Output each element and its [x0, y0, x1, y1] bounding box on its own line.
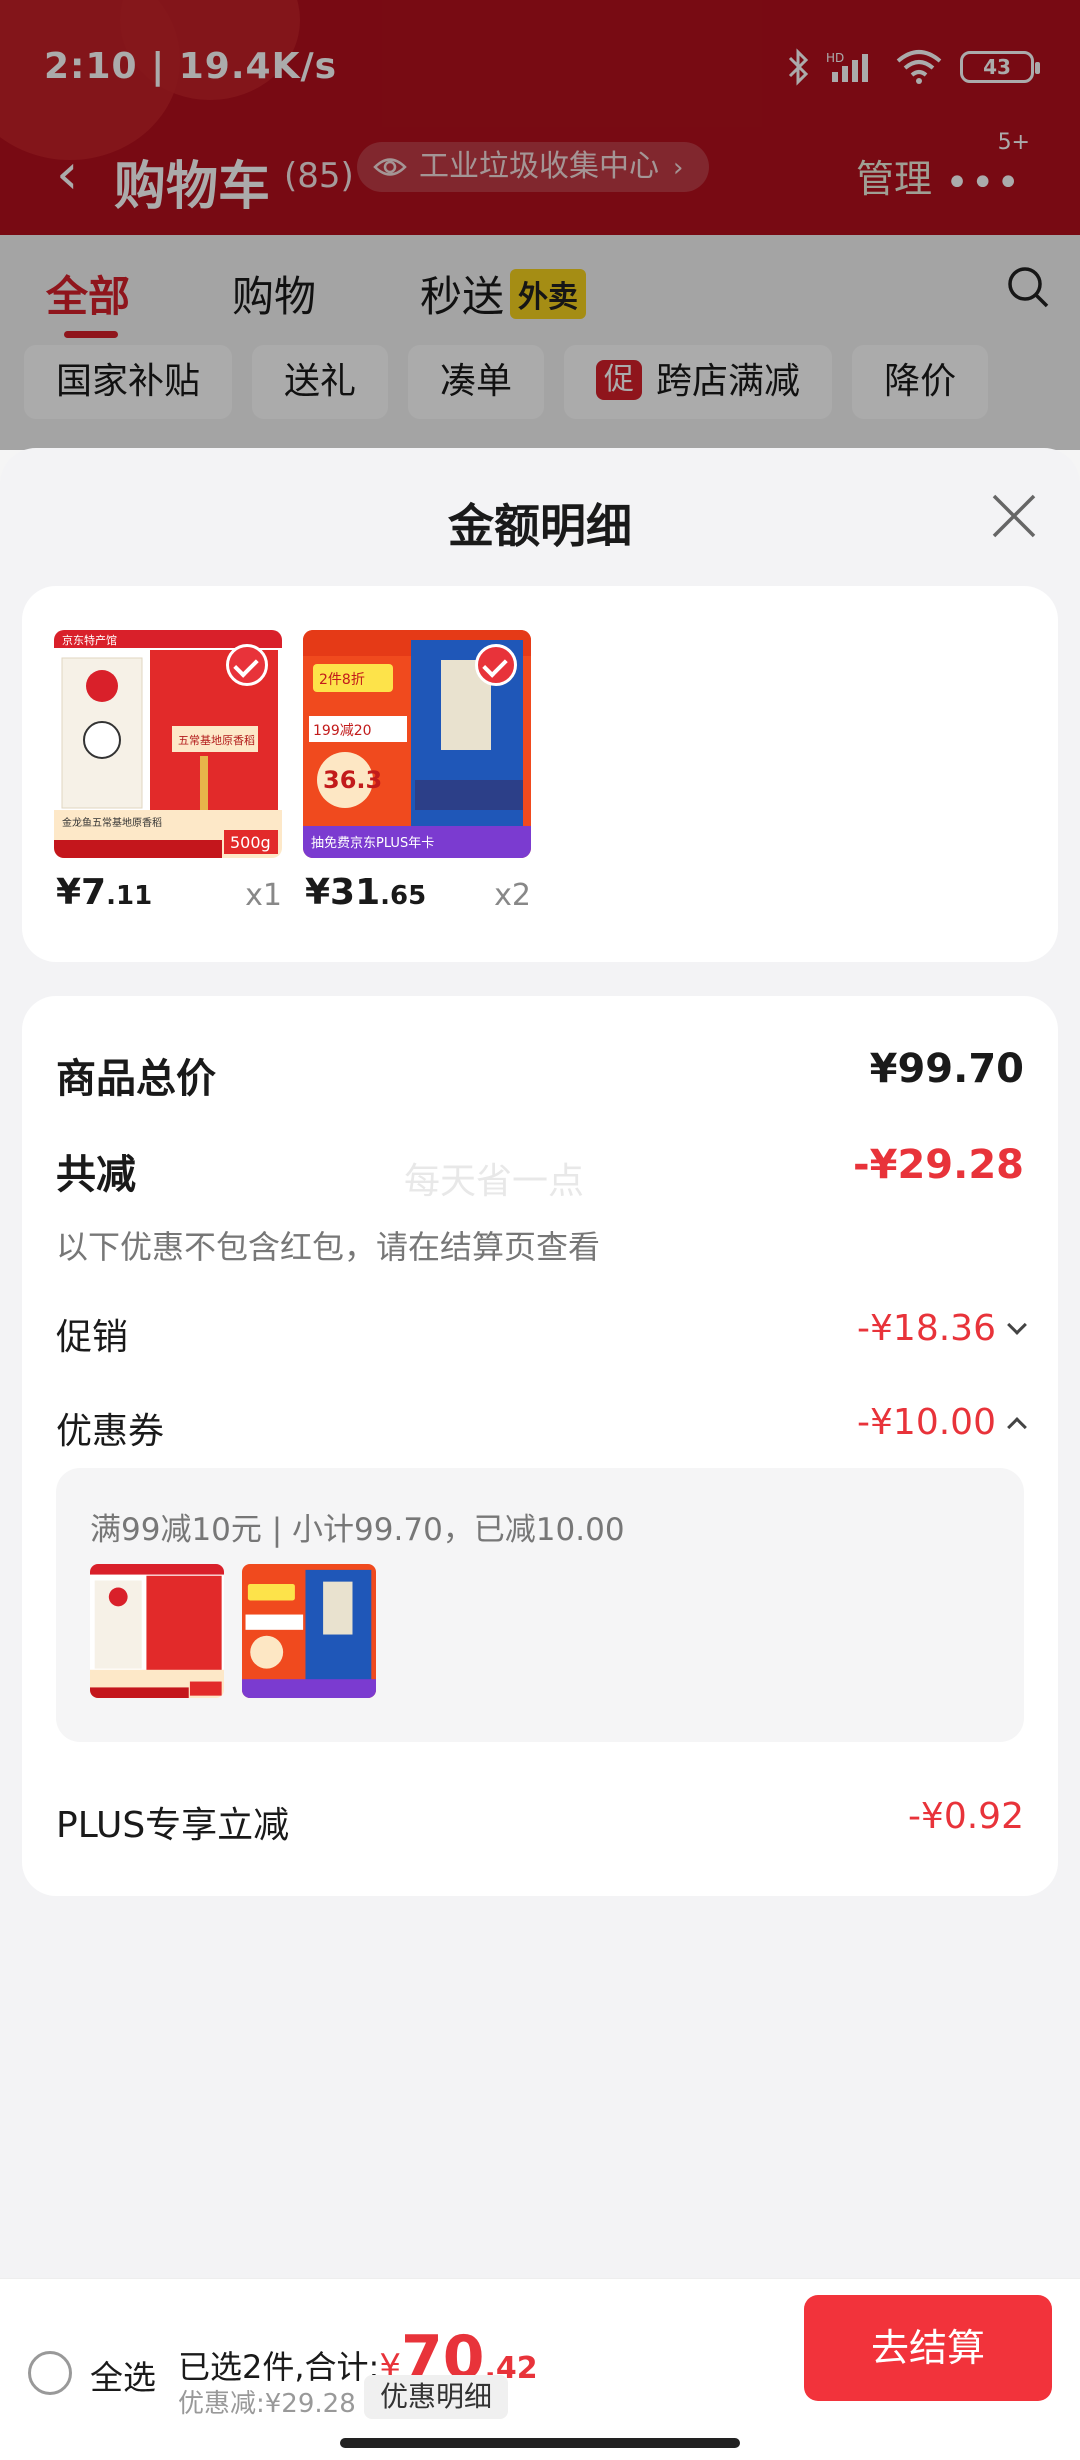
- select-all-label[interactable]: 全选: [90, 2351, 156, 2399]
- selected-check-icon: [226, 644, 268, 686]
- coupon-product-thumb: [242, 1564, 376, 1698]
- coupon-label: 优惠券: [56, 1411, 165, 1452]
- product-image-rice-2: 2件8折 199减20 36.3 抽免费京东PLUS年卡: [303, 630, 531, 858]
- product-qty: x2: [494, 878, 531, 913]
- product-list-card: 京东特产馆 五常基地原香稻 金龙鱼五常基地原香稻 500g ¥7.11 x1 2…: [22, 586, 1058, 962]
- product-1-store-text: 京东特产馆: [62, 633, 117, 647]
- selected-check-icon: [475, 644, 517, 686]
- checkout-bar: 全选 已选2件,合计:¥70.42 优惠减:¥29.28 优惠明细 去结算: [0, 2278, 1080, 2460]
- product-1-bottom-text: 金龙鱼五常基地原香稻: [62, 816, 162, 829]
- product-1-label-text: 五常基地原香稻: [178, 734, 255, 747]
- product-price-int: ¥31: [305, 872, 381, 913]
- coupon-amount: -¥10.00: [857, 1402, 996, 1443]
- coupon-detail-box: 满99减10元 | 小计99.70，已减10.00: [56, 1468, 1024, 1742]
- select-all-radio[interactable]: [28, 2351, 72, 2395]
- total-label: 商品总价: [56, 1056, 216, 1102]
- coupon-description: 满99减10元 | 小计99.70，已减10.00: [90, 1512, 625, 1548]
- product-image-rice-1: 京东特产馆 五常基地原香稻 金龙鱼五常基地原香稻 500g: [54, 630, 282, 858]
- discount-detail-button[interactable]: 优惠明细: [364, 2375, 509, 2419]
- coupon-product-thumb: [90, 1564, 224, 1698]
- amount-detail-sheet: 金额明细 京东特产馆 五常基地原香稻 金龙鱼五常基地原香稻 500g ¥7.11…: [0, 448, 1080, 2460]
- price-summary-card: 商品总价 ¥99.70 每天省一点 共减 -¥29.28 以下优惠不包含红包，请…: [22, 996, 1058, 1896]
- overlay-dim[interactable]: [0, 0, 1080, 450]
- reduce-label: 共减: [56, 1152, 136, 1198]
- close-icon[interactable]: [990, 492, 1038, 540]
- home-indicator[interactable]: [340, 2438, 740, 2448]
- discount-note: 以下优惠不包含红包，请在结算页查看: [56, 1228, 601, 1266]
- promotion-value: -¥18.36: [857, 1308, 1027, 1349]
- reduce-value: -¥29.28: [853, 1142, 1024, 1188]
- product-price-dec: .65: [380, 881, 427, 911]
- product-price-dec: .11: [106, 881, 153, 911]
- promotion-amount: -¥18.36: [857, 1308, 996, 1349]
- product-1-weight-text: 500g: [230, 833, 271, 852]
- coupon-value: -¥10.00: [857, 1402, 1027, 1443]
- chevron-up-icon: [1007, 1417, 1027, 1437]
- product-price: ¥31.65: [305, 872, 426, 913]
- sheet-title: 金额明细: [448, 499, 632, 553]
- selected-count-text: 已选2件,合计:: [178, 2348, 380, 2386]
- product-item[interactable]: 京东特产馆 五常基地原香稻 金龙鱼五常基地原香稻 500g ¥7.11 x1: [54, 630, 282, 913]
- total-value: ¥99.70: [869, 1046, 1024, 1092]
- checkout-button[interactable]: 去结算: [804, 2295, 1052, 2401]
- product-item[interactable]: 2件8折 199减20 36.3 抽免费京东PLUS年卡 ¥31.65 x2: [303, 630, 531, 913]
- product-2-bottom-text: 抽免费京东PLUS年卡: [311, 836, 434, 851]
- plus-value: -¥0.92: [907, 1796, 1024, 1837]
- promotion-label: 促销: [56, 1317, 129, 1358]
- plus-label: PLUS专享立减: [56, 1805, 290, 1846]
- product-qty: x1: [245, 878, 282, 913]
- discount-amount: 优惠减:¥29.28: [178, 2389, 356, 2419]
- product-price-int: ¥7: [56, 872, 107, 913]
- watermark-text: 每天省一点: [404, 1161, 585, 1202]
- product-2-discount-text: 199减20: [313, 723, 372, 739]
- product-2-promo-text: 2件8折: [319, 672, 365, 688]
- product-2-price-text: 36.3: [323, 766, 382, 794]
- product-price: ¥7.11: [56, 872, 152, 913]
- chevron-down-icon: [1007, 1315, 1027, 1335]
